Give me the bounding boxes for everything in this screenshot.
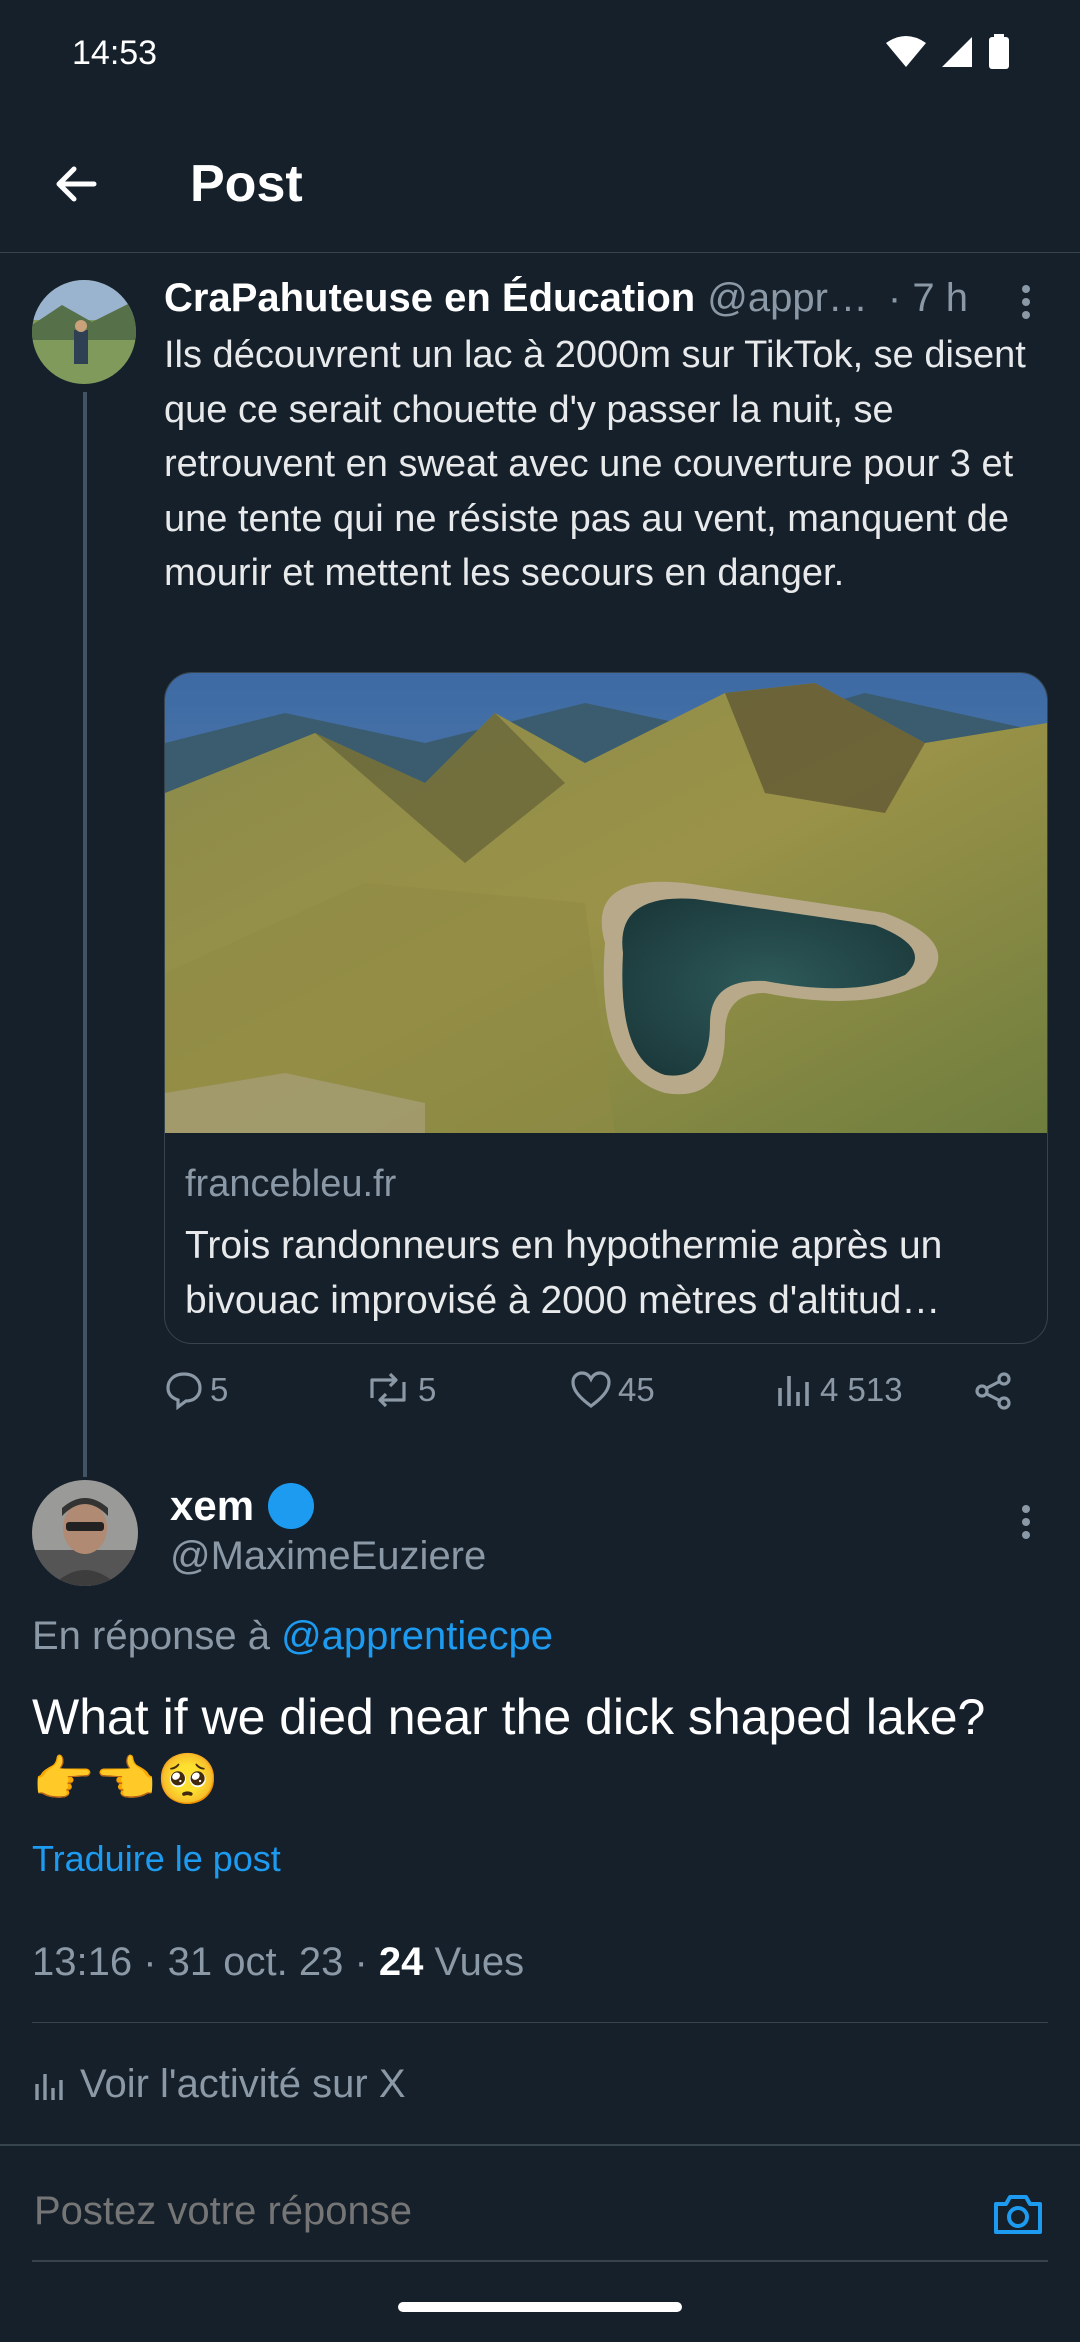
author-name[interactable]: xem <box>170 1482 254 1530</box>
reply-input[interactable] <box>32 2188 976 2235</box>
tweet-timestamp: 13:16 · 31 oct. 23 · <box>32 1940 379 1984</box>
repost-icon <box>370 1372 406 1408</box>
tweet-header: CraPahuteuse en Éducation @appr… · 7 h <box>164 276 1034 326</box>
more-options-icon[interactable] <box>1006 282 1046 322</box>
page-title: Post <box>190 155 303 213</box>
camera-icon <box>994 2195 1042 2234</box>
reply-bar <box>0 2144 1080 2342</box>
share-icon <box>975 1372 1011 1410</box>
repost-count: 5 <box>418 1371 437 1408</box>
more-options-icon[interactable] <box>1006 1502 1046 1542</box>
tweet-meta: 13:16 · 31 oct. 23 · 24 Vues <box>32 1940 524 1985</box>
avatar[interactable] <box>32 1480 138 1586</box>
arrow-left-icon <box>56 166 97 202</box>
reply-button[interactable]: 5 <box>164 1370 228 1410</box>
home-indicator[interactable] <box>398 2302 682 2312</box>
heart-icon <box>571 1371 611 1408</box>
card-image <box>165 673 1047 1133</box>
reply-prefix: En réponse à <box>32 1614 270 1658</box>
tweet-text: What if we died near the dick shaped lak… <box>32 1689 986 1807</box>
reply-underline <box>32 2260 1048 2262</box>
camera-button[interactable] <box>990 2186 1046 2242</box>
author-name-row: xem <box>170 1482 315 1530</box>
author-name[interactable]: CraPahuteuse en Éducation <box>164 276 695 321</box>
author-handle[interactable]: @MaximeEuziere <box>170 1534 486 1579</box>
verified-badge-icon <box>268 1483 315 1529</box>
thread-line <box>83 392 87 1477</box>
status-time: 14:53 <box>72 34 158 72</box>
status-icons <box>886 34 1010 70</box>
signal-icon <box>942 37 972 67</box>
card-title-line-2: bivouac improvisé à 2000 mètres d'altitu… <box>185 1279 941 1322</box>
battery-icon <box>989 34 1009 69</box>
activity-icon <box>35 2073 63 2100</box>
header: Post <box>0 120 1080 253</box>
views-label: Vues <box>423 1940 525 1984</box>
back-button[interactable] <box>48 156 104 212</box>
view-activity-link[interactable]: Voir l'activité sur X <box>32 2062 406 2107</box>
card-title-line-1: Trois randonneurs en hypothermie après u… <box>185 1224 943 1267</box>
avatar[interactable] <box>32 280 136 384</box>
author-handle[interactable]: @appr… <box>707 276 868 321</box>
like-button[interactable]: 45 <box>570 1370 655 1410</box>
activity-label: Voir l'activité sur X <box>80 2062 406 2106</box>
divider <box>32 2022 1048 2023</box>
share-button[interactable] <box>972 1370 1014 1412</box>
tweet-text: Ils découvrent un lac à 2000m sur TikTok… <box>164 334 1026 594</box>
card-title: Trois randonneurs en hypothermie après u… <box>185 1218 1030 1328</box>
views-button[interactable]: 4 513 <box>774 1370 903 1410</box>
like-count: 45 <box>618 1371 655 1408</box>
tweet-actions: 5 5 45 4 513 <box>164 1370 1044 1420</box>
reply-count: 5 <box>210 1371 229 1408</box>
reply-context: En réponse à @apprentiecpe <box>32 1614 553 1659</box>
wifi-icon <box>886 36 926 67</box>
views-count: 24 <box>378 1940 424 1984</box>
reply-mention-link[interactable]: @apprentiecpe <box>281 1614 553 1658</box>
status-bar: 14:53 <box>0 0 1080 100</box>
reply-icon <box>166 1372 202 1410</box>
tweet-time: · 7 h <box>887 276 968 320</box>
link-card[interactable]: francebleu.fr Trois randonneurs en hypot… <box>164 672 1048 1344</box>
repost-button[interactable]: 5 <box>364 1370 436 1410</box>
card-domain: francebleu.fr <box>185 1163 397 1205</box>
views-icon <box>778 1376 809 1406</box>
views-count: 4 513 <box>820 1371 903 1408</box>
translate-link[interactable]: Traduire le post <box>32 1838 281 1880</box>
